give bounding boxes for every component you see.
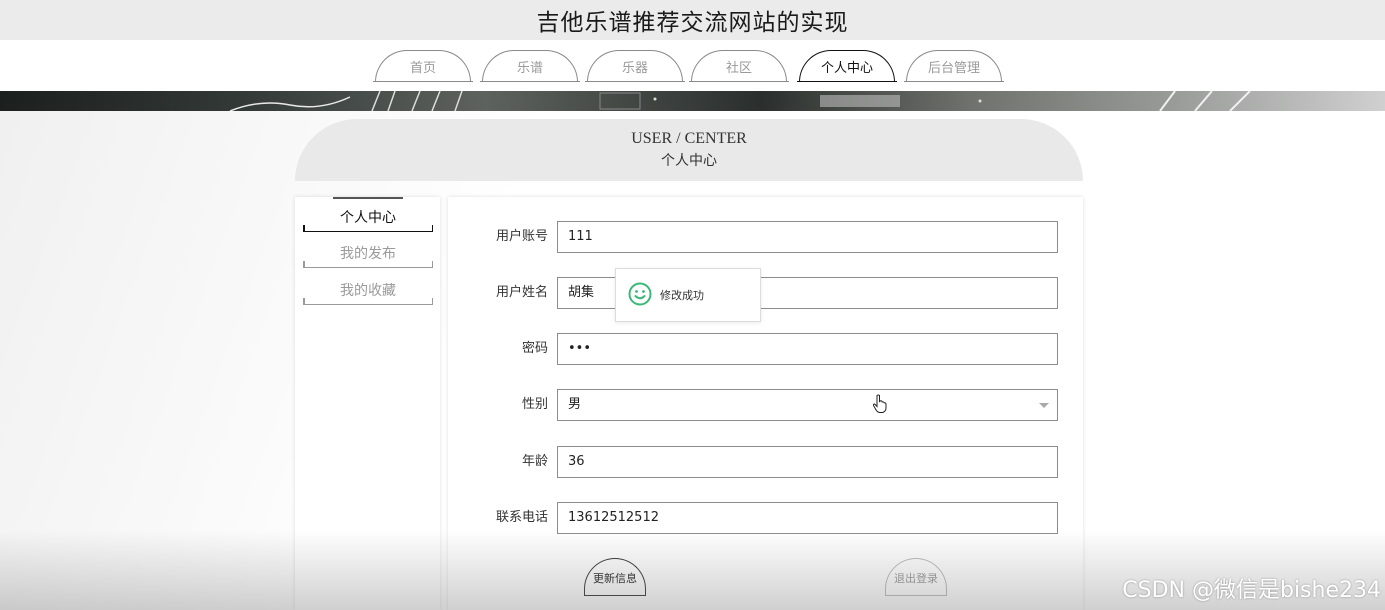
gender-label: 性别: [521, 397, 548, 412]
account-input[interactable]: 111: [557, 221, 1058, 253]
password-label: 密码: [521, 341, 548, 356]
gender-select-value: 男: [568, 397, 582, 412]
phone-label: 联系电话: [495, 510, 548, 525]
age-input[interactable]: 36: [557, 446, 1058, 478]
site-header: 吉他乐谱推荐交流网站的实现: [0, 0, 1385, 40]
password-input[interactable]: •••: [557, 333, 1058, 365]
watermark-text: CSDN @微信是bishe234: [1122, 578, 1381, 603]
nav-tab-user-center[interactable]: 个人中心: [797, 50, 897, 82]
account-label: 用户账号: [495, 229, 548, 244]
success-toast: 修改成功: [615, 268, 761, 322]
nav-tab-community[interactable]: 社区: [689, 50, 789, 82]
sidebar-item-user-center[interactable]: 个人中心: [303, 202, 433, 232]
section-header: USER / CENTER 个人中心: [295, 119, 1083, 181]
sidebar-top-divider: [333, 197, 403, 199]
nav-tab-instruments[interactable]: 乐器: [585, 50, 685, 82]
sidebar-item-my-favorites[interactable]: 我的收藏: [303, 275, 433, 305]
hand-pointer-icon: [872, 394, 887, 413]
age-label: 年龄: [521, 454, 548, 469]
smile-icon: [628, 282, 652, 306]
toast-message: 修改成功: [660, 289, 704, 302]
form-row-account: 用户账号 111: [448, 221, 1083, 253]
nav-tab-admin[interactable]: 后台管理: [904, 50, 1004, 82]
site-title: 吉他乐谱推荐交流网站的实现: [536, 10, 849, 36]
main-nav: 首页 乐谱 乐器 社区 个人中心 后台管理: [0, 40, 1385, 91]
sidebar-item-my-posts[interactable]: 我的发布: [303, 238, 433, 268]
chevron-down-icon: [1039, 403, 1049, 408]
section-title-en: USER / CENTER: [631, 130, 747, 147]
form-row-password: 密码 •••: [448, 333, 1083, 365]
nav-tab-home[interactable]: 首页: [373, 50, 473, 82]
profile-form: 用户账号 111 用户姓名 胡集 密码 ••• 性别 男 年龄 36 联系电话 …: [448, 197, 1083, 610]
user-sidebar: 个人中心 我的发布 我的收藏: [295, 197, 440, 610]
gender-select[interactable]: 男: [557, 389, 1058, 421]
name-label: 用户姓名: [495, 285, 548, 300]
form-row-gender: 性别 男: [448, 389, 1083, 421]
form-row-age: 年龄 36: [448, 446, 1083, 478]
nav-tab-scores[interactable]: 乐谱: [480, 50, 580, 82]
form-row-name: 用户姓名 胡集: [448, 277, 1083, 309]
banner-guitar-graphic: [229, 91, 1251, 111]
form-row-phone: 联系电话 13612512512: [448, 502, 1083, 534]
phone-input[interactable]: 13612512512: [557, 502, 1058, 534]
section-title-cn: 个人中心: [661, 153, 717, 169]
banner-image: [0, 91, 1385, 111]
